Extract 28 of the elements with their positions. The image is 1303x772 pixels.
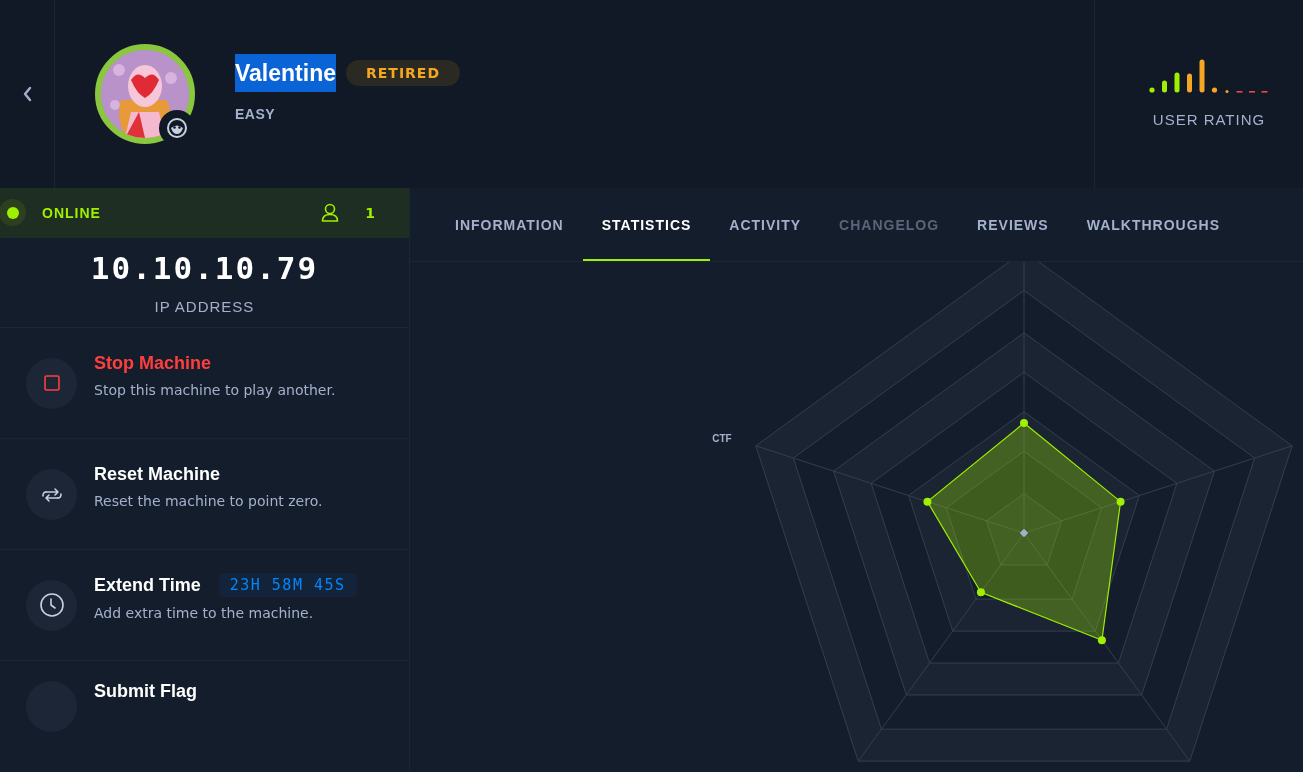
center-point bbox=[1019, 528, 1029, 538]
action-title[interactable]: Submit Flag bbox=[94, 681, 197, 702]
player-count: 1 bbox=[365, 204, 375, 221]
action-title[interactable]: Extend Time bbox=[94, 574, 201, 596]
tab[interactable]: STATISTICS bbox=[582, 188, 711, 261]
axis-label: CTF bbox=[712, 433, 732, 444]
action-description: Add extra time to the machine. bbox=[94, 605, 315, 621]
ip-address: 10.10.10.79 bbox=[90, 249, 319, 286]
machine-name: Valentine bbox=[235, 54, 336, 92]
status-badge: RETIRED bbox=[346, 60, 461, 86]
tab[interactable]: REVIEWS bbox=[958, 188, 1068, 261]
square-icon bbox=[43, 375, 60, 391]
status-label: ONLINE bbox=[42, 204, 102, 221]
user-rating-label: USER RATING bbox=[1152, 110, 1266, 128]
difficulty-label: EASY bbox=[235, 106, 277, 122]
ip-address-label: IP ADDRESS bbox=[154, 297, 255, 315]
chevron-left-icon bbox=[21, 86, 33, 102]
clock-icon bbox=[39, 593, 64, 617]
user-icon bbox=[321, 203, 340, 223]
tab[interactable]: ACTIVITY bbox=[710, 188, 821, 261]
action-description: Reset the machine to point zero. bbox=[94, 492, 323, 509]
action-description: Stop this machine to play another. bbox=[94, 381, 336, 398]
action-title[interactable]: Reset Machine bbox=[94, 463, 221, 485]
penguin-icon bbox=[166, 117, 188, 139]
tab[interactable]: INFORMATION bbox=[436, 188, 583, 261]
tab[interactable]: WALKTHROUGHS bbox=[1067, 188, 1239, 261]
countdown-timer: 23H 58M 45S bbox=[218, 573, 357, 597]
action-title[interactable]: Stop Machine bbox=[94, 352, 211, 374]
